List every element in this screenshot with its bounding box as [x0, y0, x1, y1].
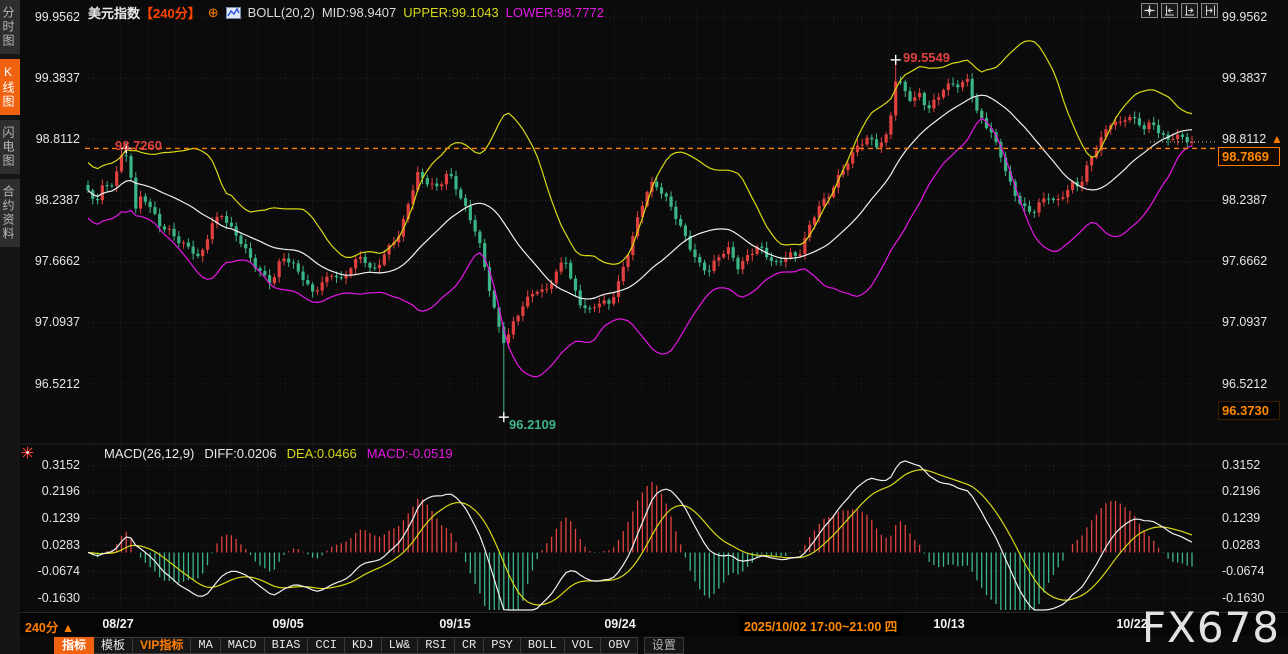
boll-mid-value: MID:98.9407: [322, 5, 396, 20]
sidebar-tab-flash-chart[interactable]: 闪电图: [0, 120, 20, 174]
toolbar-item-模板[interactable]: 模板: [94, 637, 133, 654]
toolbar-item-MACD[interactable]: MACD: [221, 637, 265, 654]
indicator-alert-icon[interactable]: [21, 446, 34, 464]
date-label: 09/24: [604, 617, 635, 631]
toolbar-item-OBV[interactable]: OBV: [601, 637, 638, 654]
y-axis-label: 96.5212: [1222, 377, 1282, 392]
y-axis-label: 98.2387: [1222, 193, 1282, 208]
toolbar-item-设置[interactable]: 设置: [644, 637, 684, 654]
ref-price-annotation: 98.7260: [115, 138, 162, 153]
last-price-box: 98.7869: [1218, 147, 1280, 166]
toolbar-item-指标[interactable]: 指标: [54, 637, 94, 654]
price-direction-arrow: ▲: [1271, 132, 1283, 146]
high-price-annotation: 99.5549: [903, 50, 950, 65]
boll-label: BOLL(20,2): [248, 5, 315, 20]
y-axis-label: 0.1239: [1222, 511, 1282, 526]
chart-type-icon[interactable]: [226, 7, 241, 19]
y-axis-label: -0.0674: [1222, 564, 1282, 579]
y-axis-label: 0.2196: [24, 484, 80, 499]
toolbar-item-CR[interactable]: CR: [455, 637, 484, 654]
y-axis-label: 99.9562: [24, 10, 80, 25]
date-label: 09/15: [439, 617, 470, 631]
axis-shift-left-icon[interactable]: [1161, 3, 1178, 18]
sidebar-tab-time-chart[interactable]: 分时图: [0, 0, 20, 54]
reference-low-box: 96.3730: [1218, 401, 1280, 420]
macd-header: MACD(26,12,9) DIFF:0.0206 DEA:0.0466 MAC…: [104, 446, 453, 461]
toolbar-item-BIAS[interactable]: BIAS: [265, 637, 309, 654]
y-axis-label: 0.0283: [24, 538, 80, 553]
chart-header: 美元指数【240分】 ⊕ BOLL(20,2) MID:98.9407 UPPE…: [88, 3, 604, 22]
pan-crosshair-icon[interactable]: [1141, 3, 1158, 18]
boll-lower-value: LOWER:98.7772: [506, 5, 604, 20]
macd-dea-value: DEA:0.0466: [287, 446, 357, 461]
toolbar-item-LW&[interactable]: LW&: [382, 637, 419, 654]
date-label: 08/27: [102, 617, 133, 631]
y-axis-label: 99.3837: [1222, 71, 1282, 86]
y-axis-label: 97.0937: [1222, 315, 1282, 330]
y-axis-label: 96.5212: [24, 377, 80, 392]
sidebar-tab-kline-chart[interactable]: K线图: [0, 59, 20, 115]
toolbar-item-PSY[interactable]: PSY: [484, 637, 521, 654]
y-axis-label: 0.2196: [1222, 484, 1282, 499]
sidebar-tab-contract-info[interactable]: 合约资料: [0, 179, 20, 247]
toolbar-item-BOLL[interactable]: BOLL: [521, 637, 565, 654]
fx678-watermark: FX678: [1142, 603, 1280, 652]
toolbar-item-MA[interactable]: MA: [191, 637, 220, 654]
y-axis-label: 0.0283: [1222, 538, 1282, 553]
date-label: 10/13: [933, 617, 964, 631]
candlestick-chart[interactable]: [0, 0, 1288, 654]
y-axis-label: 97.6662: [24, 254, 80, 269]
macd-lines-layer: [88, 461, 1192, 610]
y-axis-label: 0.1239: [24, 511, 80, 526]
toolbar-item-VOL[interactable]: VOL: [565, 637, 602, 654]
axis-shift-right-icon[interactable]: [1181, 3, 1198, 18]
selected-bar-time: 2025/10/02 17:00~21:00 四: [740, 615, 901, 636]
add-indicator-icon[interactable]: ⊕: [208, 5, 219, 21]
toolbar-item-VIP指标[interactable]: VIP指标: [133, 637, 191, 654]
chart-tools: [1141, 3, 1218, 18]
macd-diff-value: DIFF:0.0206: [204, 446, 276, 461]
symbol-title: 美元指数【240分】: [88, 3, 201, 22]
y-axis-label: -0.0674: [24, 564, 80, 579]
low-price-annotation: 96.2109: [509, 417, 556, 432]
period-selector[interactable]: 240分 ▲: [25, 617, 74, 636]
y-axis-label: 99.3837: [24, 71, 80, 86]
boll-upper-value: UPPER:99.1043: [403, 5, 498, 20]
y-axis-label: 99.9562: [1222, 10, 1282, 25]
indicator-toolbar: 指标模板VIP指标MAMACDBIASCCIKDJLW&RSICRPSYBOLL…: [54, 637, 684, 654]
toolbar-item-CCI[interactable]: CCI: [308, 637, 345, 654]
date-axis: 240分 ▲ 2025/10/02 17:00~21:00 四 08/27 09/…: [0, 613, 1288, 636]
y-axis-label: 97.0937: [24, 315, 80, 330]
macd-label: MACD(26,12,9): [104, 446, 194, 461]
date-label: 09/05: [272, 617, 303, 631]
sidebar: 分时图 K线图 闪电图 合约资料: [0, 0, 20, 654]
toolbar-item-RSI[interactable]: RSI: [418, 637, 455, 654]
y-axis-label: 97.6662: [1222, 254, 1282, 269]
y-axis-label: 98.2387: [24, 193, 80, 208]
trading-app: 分时图 K线图 闪电图 合约资料 美元指数【240分】 ⊕ BOLL(20,2)…: [0, 0, 1288, 654]
y-axis-label: 0.3152: [1222, 458, 1282, 473]
pan-to-latest-icon[interactable]: [1201, 3, 1218, 18]
y-axis-label: -0.1630: [24, 591, 80, 606]
y-axis-label: 98.8112: [24, 132, 80, 147]
grid-layer: [20, 10, 1288, 613]
toolbar-item-KDJ[interactable]: KDJ: [345, 637, 382, 654]
macd-value: MACD:-0.0519: [367, 446, 453, 461]
